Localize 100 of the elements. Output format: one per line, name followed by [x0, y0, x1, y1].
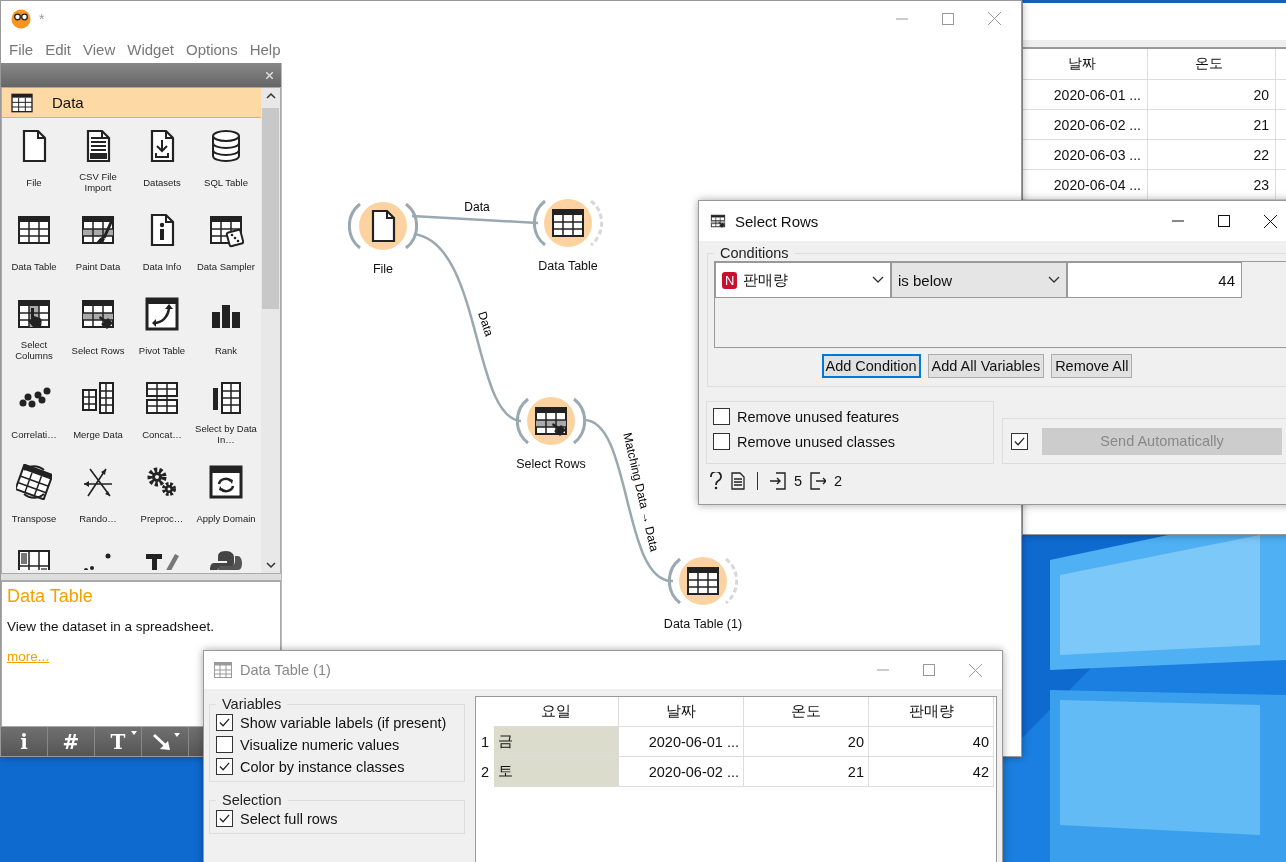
widget-tool[interactable]: SQL Table: [194, 118, 258, 202]
select-rows-icon: [709, 213, 727, 229]
table-cell: 21: [847, 763, 864, 780]
remove-all-button[interactable]: Remove All: [1051, 354, 1133, 378]
group-label: Variables: [221, 696, 283, 712]
widget-tool[interactable]: Datasets: [130, 118, 194, 202]
table-cell: 20: [1253, 86, 1269, 103]
menu-item[interactable]: Options: [179, 41, 244, 58]
app-logo-icon: [11, 8, 31, 29]
chevron-down-icon: [1048, 276, 1060, 284]
checkmark-icon: [218, 716, 231, 729]
column-header[interactable]: 온도: [791, 702, 821, 721]
checkbox-label: Remove unused features: [737, 408, 899, 425]
table-icon: [214, 662, 232, 678]
table-cell: 2020-06-01 ...: [648, 733, 739, 750]
table-cell: 40: [972, 733, 989, 750]
widget-tool[interactable]: Merge Data: [66, 370, 130, 454]
widget-tool[interactable]: Pivot Table: [130, 286, 194, 370]
checkbox-label: Visualize numeric values: [240, 736, 400, 753]
value-field[interactable]: 44: [1067, 262, 1242, 298]
column-header[interactable]: 요일: [541, 702, 571, 721]
link-label: Matching Data → Data: [620, 431, 662, 553]
help-icon[interactable]: [709, 472, 723, 490]
widget-tool[interactable]: Paint Data: [66, 202, 130, 286]
widget-tool[interactable]: Data Info: [130, 202, 194, 286]
toolbar-button[interactable]: i: [1, 727, 48, 756]
table-cell: 2020-06-03 ...: [1053, 146, 1141, 163]
row-number: 1: [480, 734, 490, 750]
widget-tool[interactable]: Transpose: [2, 454, 66, 538]
variable-dropdown[interactable]: N 판매량: [715, 262, 891, 298]
widget-tool[interactable]: Correlati…: [2, 370, 66, 454]
table-cell: 금: [498, 732, 513, 751]
document-icon[interactable]: [731, 472, 745, 490]
type-badge: N: [722, 271, 738, 289]
arrow-icon[interactable]: [150, 730, 180, 753]
widget-tool[interactable]: Rank: [194, 286, 258, 370]
operator-dropdown[interactable]: is below: [891, 262, 1067, 298]
toolbar-button[interactable]: #: [48, 727, 95, 756]
input-icon: [770, 472, 786, 490]
output-count: 2: [834, 473, 843, 489]
chevron-down-icon: [872, 276, 884, 284]
widget-tool[interactable]: Rando…: [66, 454, 130, 538]
tables-icon: [80, 380, 116, 416]
column-header[interactable]: 날짜: [1068, 55, 1096, 73]
toolbar-button[interactable]: T: [95, 727, 142, 756]
menu-item[interactable]: View: [77, 41, 122, 58]
checkmark-icon: [218, 812, 231, 825]
menu-item[interactable]: Widget: [121, 41, 180, 58]
checkbox[interactable]: [216, 714, 233, 731]
column-header[interactable]: 판매량: [908, 702, 954, 721]
checkbox-label: Remove unused classes: [737, 433, 895, 450]
checkbox[interactable]: [713, 433, 730, 450]
description-title: Data Table: [7, 586, 94, 607]
checkbox[interactable]: [216, 810, 233, 827]
table-cell: 23: [1253, 176, 1269, 193]
checkbox[interactable]: [216, 736, 233, 753]
window-title: Select Rows: [735, 212, 819, 230]
widget-tool[interactable]: Select Rows: [66, 286, 130, 370]
widget-tool[interactable]: Data Table: [2, 202, 66, 286]
node-label: Data Table: [538, 259, 598, 273]
rotated-table-icon: [16, 464, 52, 500]
widget-tool[interactable]: Preproc…: [130, 454, 194, 538]
row-number: 2: [480, 764, 490, 780]
menu-item[interactable]: File: [3, 41, 40, 58]
widget-tool[interactable]: Select by Data In…: [194, 370, 258, 454]
checkbox-label: Show variable labels (if present): [240, 714, 447, 731]
stacked-tables-icon: [144, 380, 180, 416]
widget-tool[interactable]: CSV File Import: [66, 118, 130, 202]
link-label: Data: [464, 200, 490, 214]
table-cell: 2020-06-01 ...: [1053, 86, 1141, 103]
category-header[interactable]: Data: [2, 88, 261, 118]
checkmark-icon: [218, 760, 231, 773]
add-all-button[interactable]: Add All Variables: [927, 354, 1045, 378]
group-label: Conditions: [719, 245, 790, 261]
scrollbar-thumb[interactable]: [262, 108, 279, 309]
menu-item[interactable]: Edit: [39, 41, 78, 58]
table-cell: 2020-06-04 ...: [1053, 176, 1141, 193]
widget-tool[interactable]: Apply Domain: [194, 454, 258, 538]
checkbox[interactable]: [713, 408, 730, 425]
table-cell: 2020-06-02 ...: [1053, 116, 1141, 133]
table-cell: 20: [847, 733, 864, 750]
widget-tool[interactable]: Concat…: [130, 370, 194, 454]
menu-item[interactable]: Help: [243, 41, 287, 58]
input-count: 5: [794, 473, 803, 489]
table-cell: 22: [1253, 146, 1269, 163]
column-header[interactable]: 날짜: [666, 702, 696, 721]
widget-tool[interactable]: File: [2, 118, 66, 202]
checkbox[interactable]: [216, 758, 233, 775]
widget-tool[interactable]: Select Columns: [2, 286, 66, 370]
output-icon: [810, 472, 827, 490]
add-condition-button[interactable]: Add Condition: [821, 354, 921, 378]
checkbox-label: Select full rows: [240, 810, 338, 827]
widget-tool[interactable]: Data Sampler: [194, 202, 258, 286]
column-header[interactable]: 온도: [1194, 55, 1223, 73]
table-cell: 42: [972, 763, 989, 780]
window-title: *: [39, 10, 45, 27]
checkbox-label: Color by instance classes: [240, 758, 405, 775]
close-icon[interactable]: [1264, 214, 1277, 228]
caret-icon: [131, 731, 137, 735]
maximize-icon[interactable]: [1218, 215, 1230, 227]
